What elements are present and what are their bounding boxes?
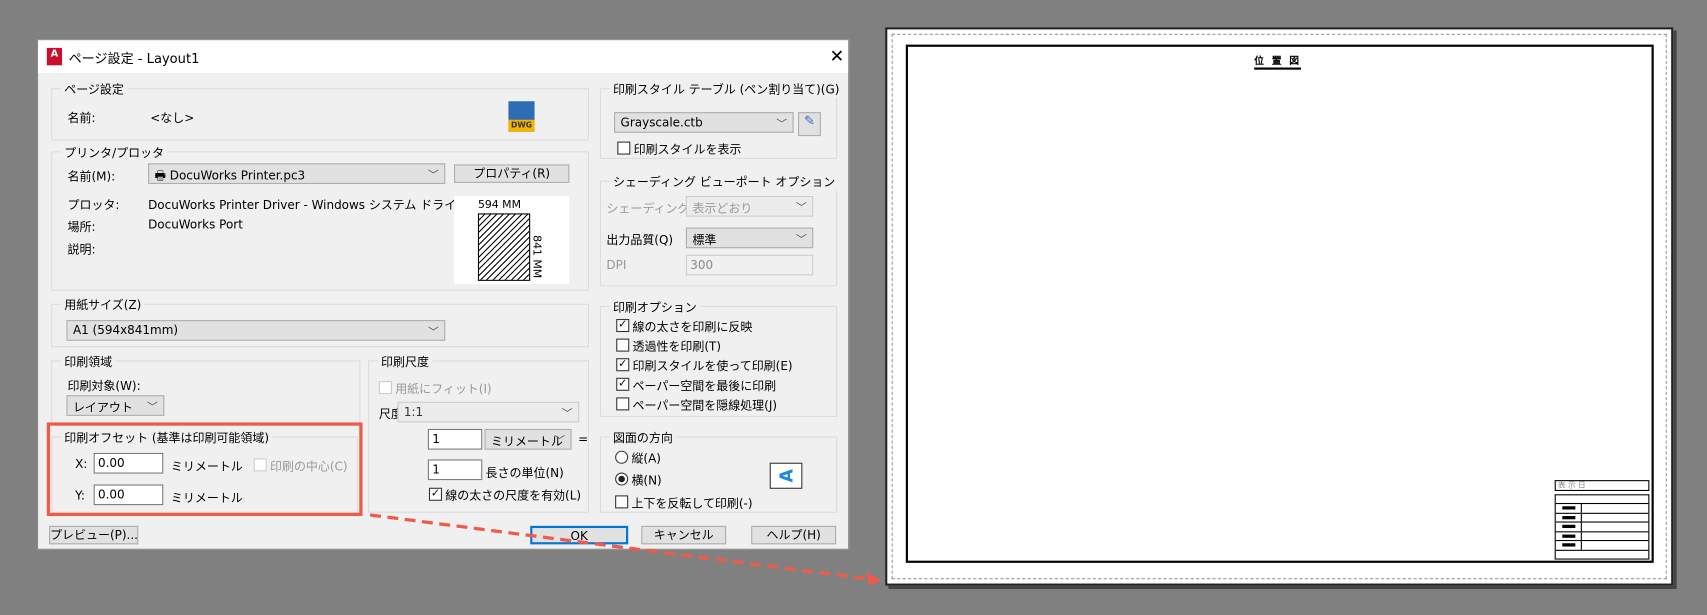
title-block-header-text: 表 示 日 [1557,481,1586,490]
drawing-frame: 位 置 図 表 示 日 [905,44,1654,563]
title-block-header: 表 示 日 [1554,480,1650,492]
title-block-row [1555,522,1649,532]
title-block-row [1555,541,1649,551]
title-block-row [1555,504,1649,514]
title-block [1554,494,1650,560]
title-block-row [1555,531,1649,542]
title-block-row [1555,513,1649,523]
drawing-title: 位 置 図 [1254,53,1302,70]
layout-preview-sheet: 位 置 図 表 示 日 [885,27,1674,586]
